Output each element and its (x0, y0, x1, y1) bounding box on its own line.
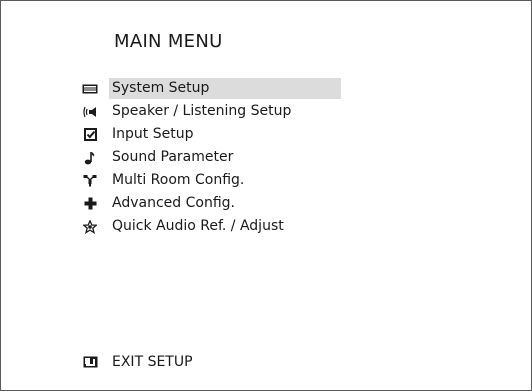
main-menu-screen: MAIN MENU System Setup Speaker / Listeni… (0, 0, 532, 391)
exit-icon (81, 355, 99, 369)
exit-setup-label: EXIT SETUP (112, 353, 193, 370)
speaker-icon (81, 105, 99, 119)
menu-title: MAIN MENU (114, 31, 223, 52)
menu-item-label: Multi Room Config. (112, 172, 245, 188)
star-icon (81, 219, 99, 234)
menu-item-label: Quick Audio Ref. / Adjust (112, 218, 284, 234)
input-checkbox-icon (81, 128, 99, 142)
menu-item-label: Advanced Config. (112, 195, 235, 211)
menu-item-label: Input Setup (112, 126, 194, 142)
menu-list: System Setup Speaker / Listening Setup I… (79, 77, 341, 238)
music-note-icon (81, 151, 99, 165)
menu-item-label: System Setup (109, 78, 341, 99)
menu-item-quick-audio-ref-adjust[interactable]: Quick Audio Ref. / Adjust (79, 215, 341, 238)
menu-item-label: Sound Parameter (112, 149, 234, 165)
menu-item-label: Speaker / Listening Setup (112, 103, 292, 119)
menu-item-sound-parameter[interactable]: Sound Parameter (79, 146, 341, 169)
menu-item-advanced-config[interactable]: Advanced Config. (79, 192, 341, 215)
system-icon (81, 82, 99, 96)
menu-item-speaker-listening-setup[interactable]: Speaker / Listening Setup (79, 100, 341, 123)
menu-item-multi-room-config[interactable]: Multi Room Config. (79, 169, 341, 192)
plus-icon (81, 197, 99, 211)
multi-room-icon (81, 174, 99, 188)
menu-item-system-setup[interactable]: System Setup (79, 77, 341, 100)
exit-setup-button[interactable]: EXIT SETUP (79, 351, 193, 372)
menu-item-input-setup[interactable]: Input Setup (79, 123, 341, 146)
